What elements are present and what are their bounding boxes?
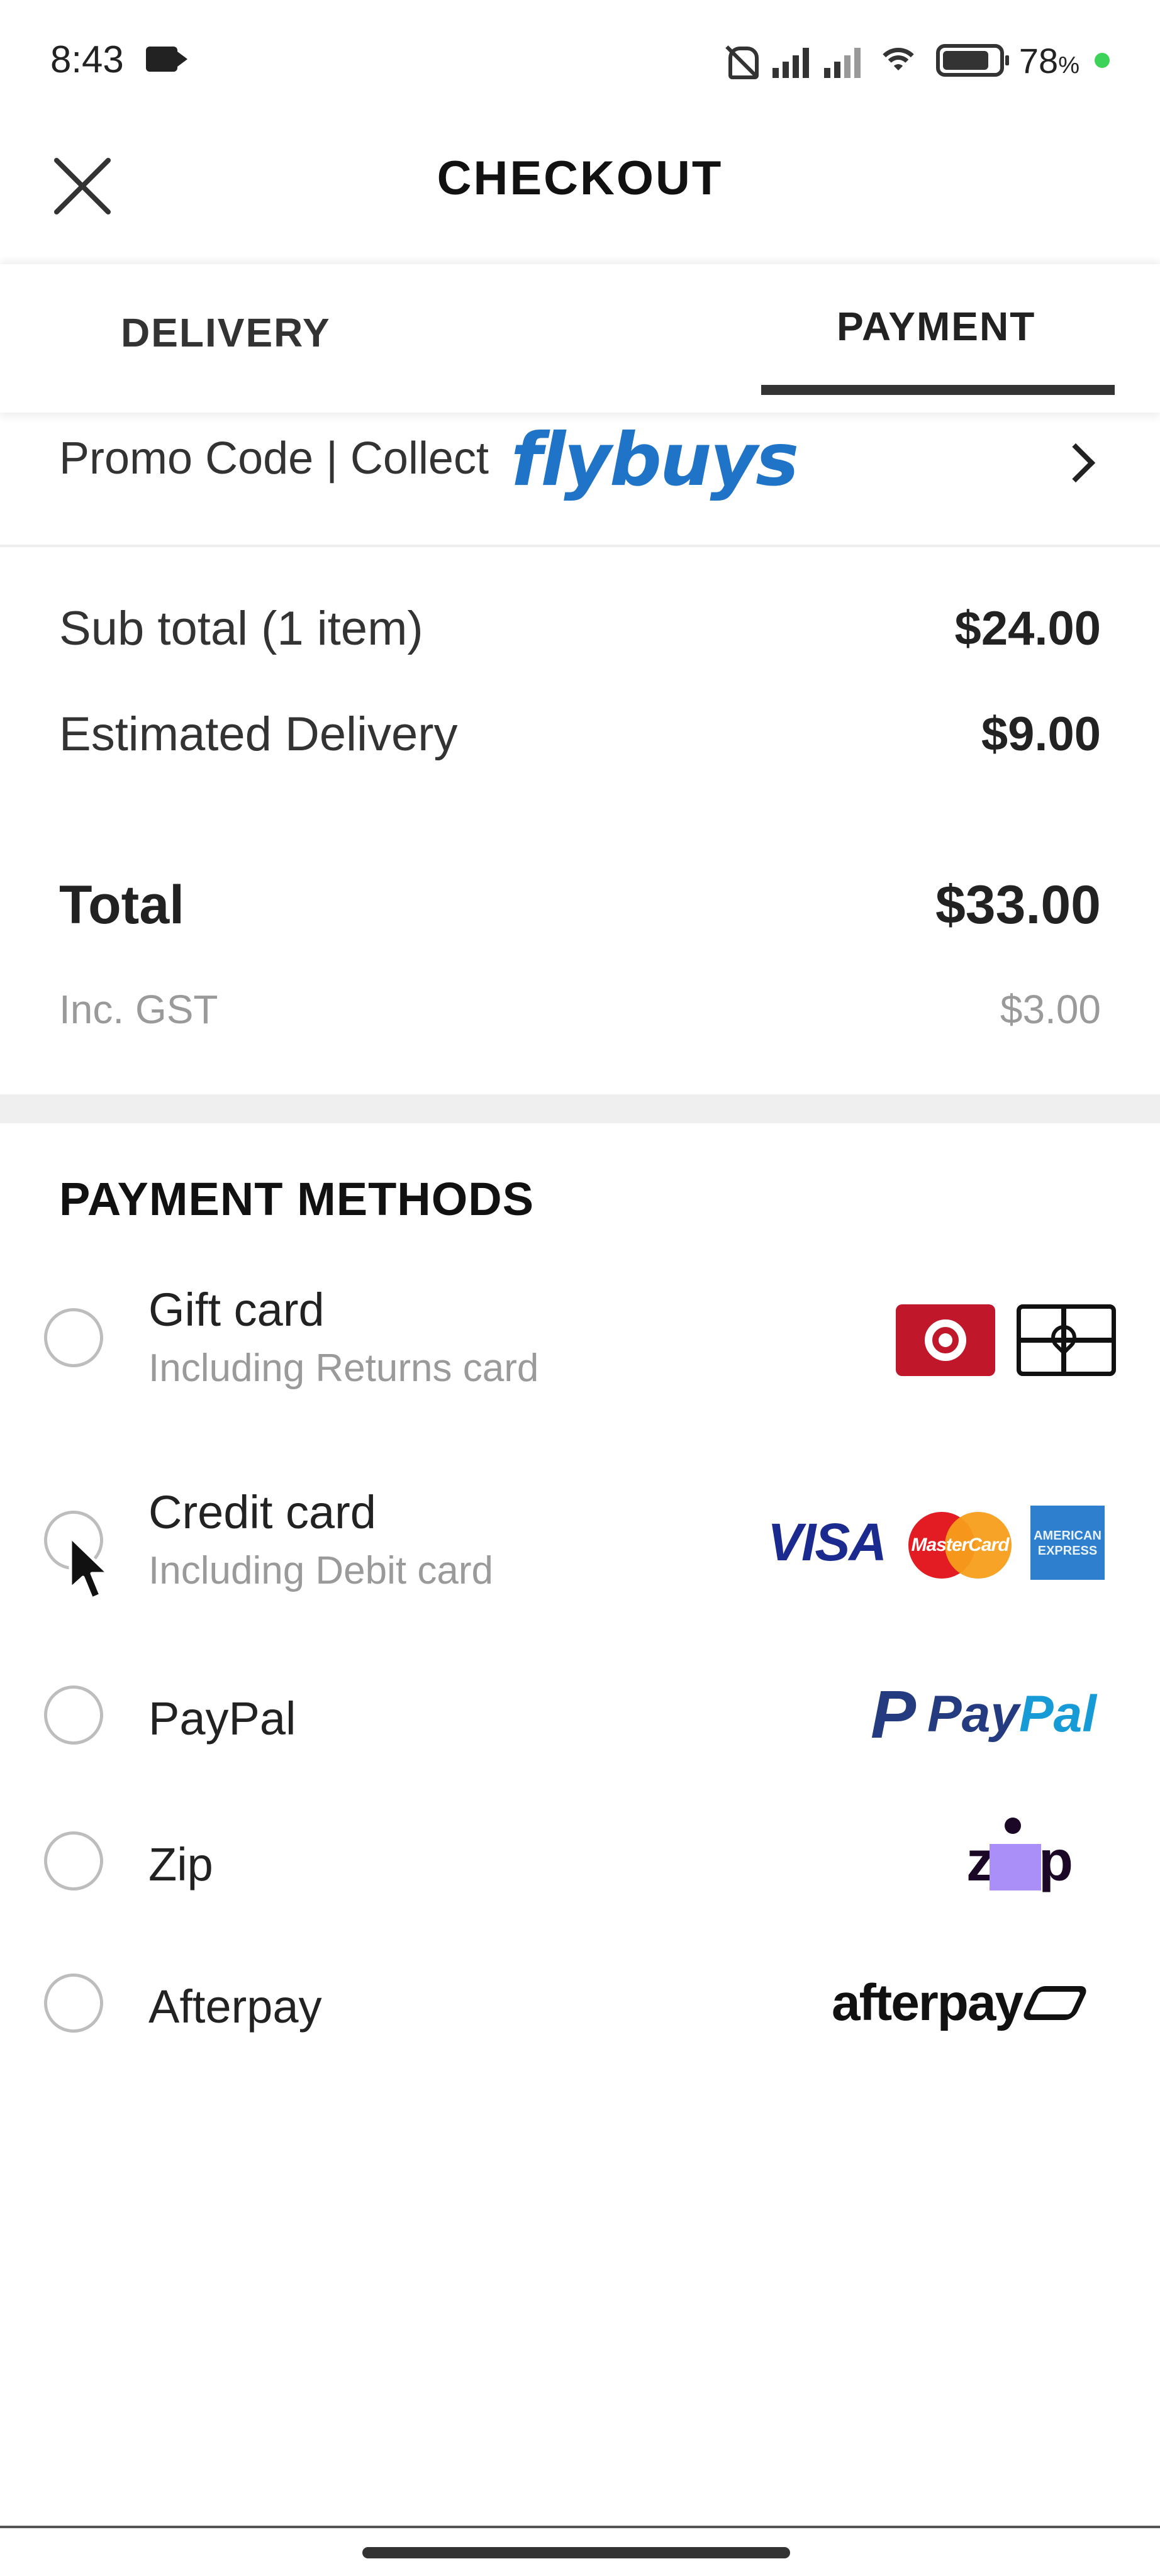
total-value: $33.00 (935, 875, 1101, 935)
payment-option-credit-card[interactable]: Credit card Including Debit card VISA Ma… (0, 1485, 1160, 1611)
payment-option-paypal[interactable]: PayPal P PayPal (0, 1676, 1160, 1765)
checkout-tabs: DELIVERY PAYMENT (0, 264, 1160, 413)
payment-option-subtitle: Including Debit card (148, 1549, 493, 1592)
payment-option-zip[interactable]: Zip zp (0, 1818, 1160, 1911)
target-gift-card-logo (896, 1304, 995, 1376)
subtotal-value: $24.00 (954, 602, 1101, 655)
promo-label: Promo Code | Collect (59, 433, 489, 484)
gift-card-logo (1017, 1304, 1116, 1376)
tab-delivery[interactable]: DELIVERY (121, 309, 331, 356)
mastercard-logo: MasterCard (908, 1512, 1012, 1579)
battery-status-dot (1095, 53, 1110, 68)
delivery-row: Estimated Delivery $9.00 (59, 707, 1101, 762)
mute-bell-icon (722, 43, 759, 79)
total-row: Total $33.00 (59, 874, 1101, 936)
radio-gift-card[interactable] (44, 1308, 103, 1367)
payment-option-subtitle: Including Returns card (148, 1346, 539, 1390)
zip-logo: zp (966, 1818, 1073, 1893)
chevron-right-icon (1056, 443, 1096, 483)
visa-logo: VISA (767, 1513, 887, 1572)
radio-zip[interactable] (44, 1831, 103, 1890)
afterpay-logo: afterpay (832, 1974, 1090, 2033)
payment-option-afterpay[interactable]: Afterpay afterpay (0, 1971, 1160, 2053)
payment-option-gift-card[interactable]: Gift card Including Returns card (0, 1283, 1160, 1409)
payment-option-title: Afterpay (148, 1980, 322, 2033)
bottom-divider (0, 2526, 1160, 2528)
active-tab-indicator (761, 385, 1115, 395)
payment-option-title: Zip (148, 1838, 213, 1890)
subtotal-row: Sub total (1 item) $24.00 (59, 601, 1101, 656)
payment-option-title: PayPal (148, 1692, 296, 1745)
status-bar: 8:43 78% (0, 0, 1160, 126)
status-time: 8:43 (50, 38, 124, 80)
signal-icon (823, 43, 861, 78)
checkout-header: CHECKOUT (0, 126, 1160, 264)
status-icons: 78% (722, 35, 1110, 86)
radio-afterpay[interactable] (44, 1974, 103, 2033)
delivery-label: Estimated Delivery (59, 708, 458, 761)
battery-percent: 78% (1018, 40, 1079, 80)
delivery-value: $9.00 (981, 708, 1101, 761)
gst-row: Inc. GST $3.00 (59, 986, 1101, 1033)
gst-label: Inc. GST (59, 987, 218, 1032)
amex-logo: AMERICAN EXPRESS (1030, 1506, 1105, 1580)
wifi-icon (876, 43, 921, 78)
payment-methods-heading: PAYMENT METHODS (59, 1173, 535, 1225)
flybuys-logo: flybuys (511, 418, 799, 502)
payment-option-title: Credit card (148, 1486, 376, 1538)
home-indicator[interactable] (362, 2547, 790, 2558)
subtotal-label: Sub total (1 item) (59, 602, 423, 655)
mouse-pointer-icon (69, 1535, 110, 1601)
paypal-logo: P PayPal (871, 1676, 1097, 1752)
tab-payment[interactable]: PAYMENT (837, 303, 1035, 350)
battery-icon (935, 44, 1009, 77)
signal-icon (772, 43, 809, 78)
gst-value: $3.00 (1000, 987, 1101, 1032)
radio-paypal[interactable] (44, 1685, 103, 1745)
video-camera-icon (146, 47, 187, 72)
promo-code-row[interactable]: Promo Code | Collect flybuys (0, 415, 1160, 547)
section-divider (0, 1094, 1160, 1123)
page-title: CHECKOUT (437, 152, 723, 205)
payment-option-title: Gift card (148, 1284, 325, 1336)
total-label: Total (59, 875, 185, 935)
